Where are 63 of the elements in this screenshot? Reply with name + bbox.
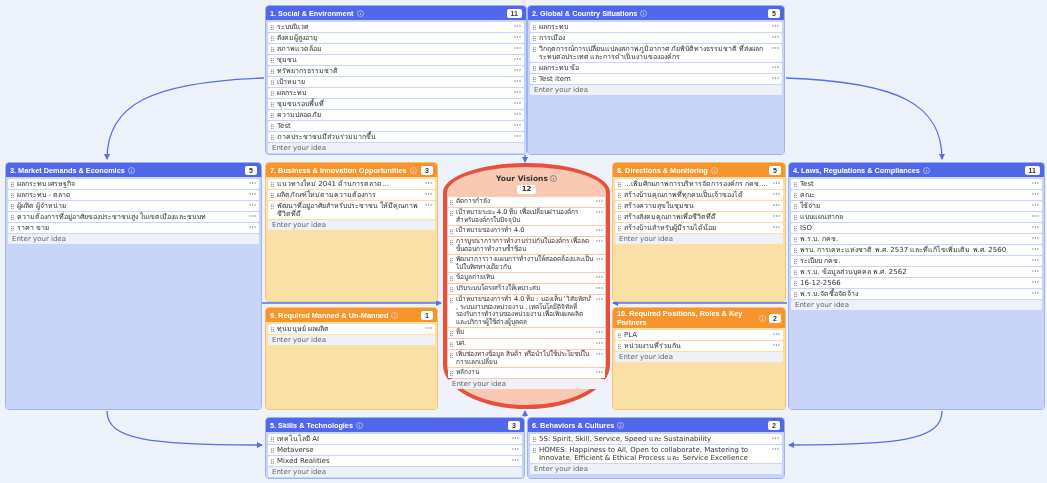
drag-handle-icon[interactable] xyxy=(794,215,797,220)
drag-handle-icon[interactable] xyxy=(271,448,274,453)
drag-handle-icon[interactable] xyxy=(271,437,274,442)
drag-handle-icon[interactable] xyxy=(618,226,621,231)
drag-handle-icon[interactable] xyxy=(271,135,274,140)
drag-handle-icon[interactable] xyxy=(11,193,14,198)
drag-handle-icon[interactable] xyxy=(533,448,536,453)
drag-handle-icon[interactable] xyxy=(794,281,797,286)
drag-handle-icon[interactable] xyxy=(450,342,453,347)
drag-handle-icon[interactable] xyxy=(271,124,274,129)
drag-handle-icon[interactable] xyxy=(271,327,274,332)
drag-handle-icon[interactable] xyxy=(271,204,274,209)
drag-handle-icon[interactable] xyxy=(618,193,621,198)
drag-handle-icon[interactable] xyxy=(533,47,536,52)
drag-handle-icon[interactable] xyxy=(271,80,274,85)
drag-handle-icon[interactable] xyxy=(450,287,453,292)
drag-handle-icon[interactable] xyxy=(618,215,621,220)
drag-handle-icon[interactable] xyxy=(11,182,14,187)
drag-handle-icon[interactable] xyxy=(450,276,453,281)
drag-handle-icon[interactable] xyxy=(450,331,453,336)
drag-handle-icon[interactable] xyxy=(450,229,453,234)
drag-handle-icon[interactable] xyxy=(11,226,14,231)
drag-handle-icon[interactable] xyxy=(450,353,453,358)
drag-handle-icon[interactable] xyxy=(271,91,274,96)
drag-handle-icon[interactable] xyxy=(794,259,797,264)
drag-handle-icon[interactable] xyxy=(450,200,453,205)
drag-handle-icon[interactable] xyxy=(533,66,536,71)
drag-handle-icon[interactable] xyxy=(271,113,274,118)
drag-handle-icon[interactable] xyxy=(11,204,14,209)
connector-arrow xyxy=(522,410,528,418)
drag-handle-icon[interactable] xyxy=(271,58,274,63)
drag-handle-icon[interactable] xyxy=(450,371,453,376)
drag-handle-icon[interactable] xyxy=(794,226,797,231)
drag-handle-icon[interactable] xyxy=(794,270,797,275)
drag-handle-icon[interactable] xyxy=(794,237,797,242)
drag-handle-icon[interactable] xyxy=(533,36,536,41)
drag-handle-icon[interactable] xyxy=(794,204,797,209)
drag-handle-icon[interactable] xyxy=(271,459,274,464)
drag-handle-icon[interactable] xyxy=(271,102,274,107)
drag-handle-icon[interactable] xyxy=(533,25,536,30)
drag-handle-icon[interactable] xyxy=(271,193,274,198)
connector-arrow xyxy=(522,154,528,163)
drag-handle-icon[interactable] xyxy=(533,77,536,82)
drag-handle-icon[interactable] xyxy=(271,47,274,52)
drag-handle-icon[interactable] xyxy=(450,258,453,263)
drag-handle-icon[interactable] xyxy=(271,69,274,74)
drag-handle-icon[interactable] xyxy=(794,193,797,198)
drag-handle-icon[interactable] xyxy=(618,182,621,187)
drag-handle-icon[interactable] xyxy=(271,36,274,41)
drag-handle-icon[interactable] xyxy=(271,25,274,30)
drag-handle-icon[interactable] xyxy=(450,240,453,245)
info-icon[interactable] xyxy=(549,175,557,182)
drag-handle-icon[interactable] xyxy=(794,182,797,187)
drag-handle-icon[interactable] xyxy=(618,333,621,338)
drag-handle-icon[interactable] xyxy=(618,204,621,209)
drag-handle-icon[interactable] xyxy=(11,215,14,220)
drag-handle-icon[interactable] xyxy=(794,248,797,253)
drag-handle-icon[interactable] xyxy=(450,211,453,216)
drag-handle-icon[interactable] xyxy=(450,298,453,303)
drag-handle-icon[interactable] xyxy=(618,344,621,349)
drag-handle-icon[interactable] xyxy=(271,182,274,187)
drag-handle-icon[interactable] xyxy=(794,292,797,297)
drag-handle-icon[interactable] xyxy=(533,437,536,442)
